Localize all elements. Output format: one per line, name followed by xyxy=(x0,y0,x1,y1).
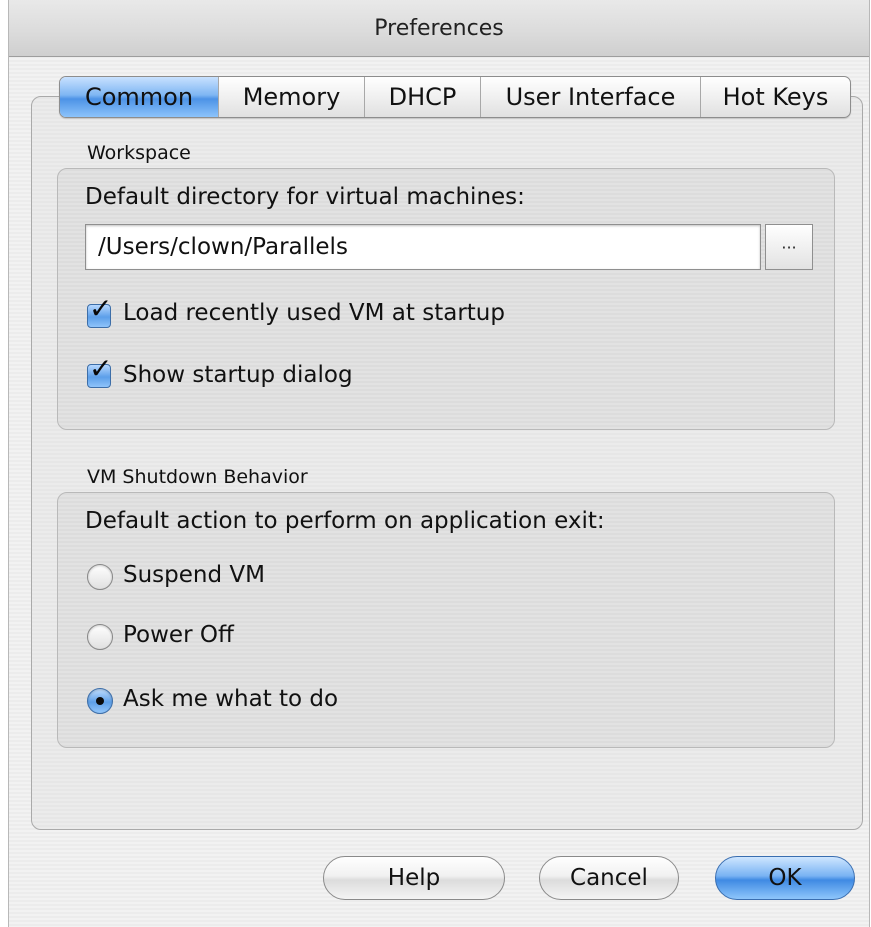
tab-hot-keys[interactable]: Hot Keys xyxy=(700,77,850,117)
default-directory-label: Default directory for virtual machines: xyxy=(85,184,525,210)
show-startup-dialog-label[interactable]: Show startup dialog xyxy=(123,362,353,388)
tab-user-interface[interactable]: User Interface xyxy=(480,77,700,117)
help-button[interactable]: Help xyxy=(323,856,505,900)
cancel-button[interactable]: Cancel xyxy=(539,856,679,900)
tab-bar: Common Memory DHCP User Interface Hot Ke… xyxy=(59,76,851,118)
shutdown-prompt: Default action to perform on application… xyxy=(85,508,605,534)
workspace-group-label: Workspace xyxy=(87,142,191,164)
radio-dot-icon xyxy=(96,697,104,705)
checkmark-icon: ✓ xyxy=(89,292,113,325)
preferences-window: Preferences Common Memory DHCP User Inte… xyxy=(8,0,870,927)
load-recent-vm-checkbox[interactable]: ✓ xyxy=(87,295,112,328)
browse-directory-button[interactable]: ··· xyxy=(765,224,813,270)
checkmark-icon: ✓ xyxy=(89,352,113,385)
ask-me-radio[interactable] xyxy=(87,688,113,714)
default-directory-input[interactable] xyxy=(85,224,761,270)
ask-me-label[interactable]: Ask me what to do xyxy=(123,686,338,712)
title-bar[interactable]: Preferences xyxy=(9,0,869,57)
tab-dhcp[interactable]: DHCP xyxy=(364,77,480,117)
shutdown-group-label: VM Shutdown Behavior xyxy=(87,466,308,488)
tab-common[interactable]: Common xyxy=(60,77,218,117)
tab-memory[interactable]: Memory xyxy=(218,77,364,117)
window-title: Preferences xyxy=(374,15,504,41)
show-startup-dialog-checkbox[interactable]: ✓ xyxy=(87,355,112,388)
load-recent-vm-label[interactable]: Load recently used VM at startup xyxy=(123,300,505,326)
suspend-vm-radio[interactable] xyxy=(87,564,113,590)
power-off-label[interactable]: Power Off xyxy=(123,622,234,648)
ok-button[interactable]: OK xyxy=(715,856,855,900)
power-off-radio[interactable] xyxy=(87,624,113,650)
suspend-vm-label[interactable]: Suspend VM xyxy=(123,562,265,588)
